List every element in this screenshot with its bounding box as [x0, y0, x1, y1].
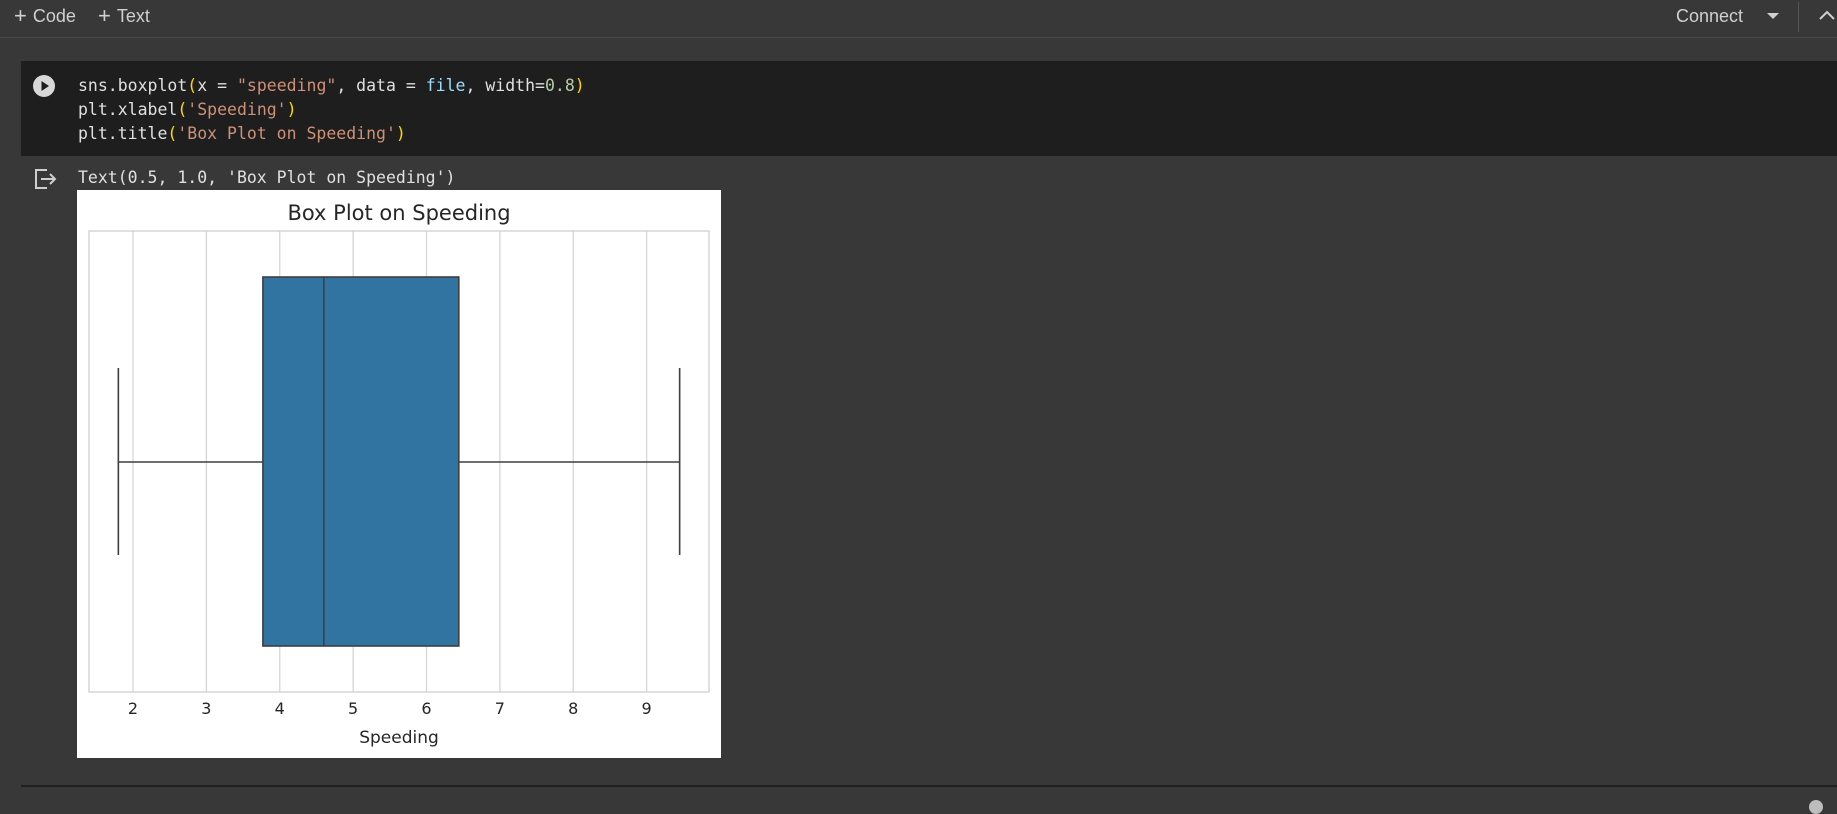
- add-code-button[interactable]: + Code: [14, 4, 76, 28]
- chevron-up-icon[interactable]: [1817, 6, 1837, 26]
- x-tick-labels: 2 3 4 5 6 7 8 9: [128, 699, 652, 718]
- code-line: plt.title('Box Plot on Speeding'): [78, 124, 406, 143]
- run-cell-icon[interactable]: [32, 74, 56, 98]
- iqr-box: [262, 276, 460, 647]
- plus-icon: +: [98, 3, 111, 28]
- output-text: Text(0.5, 1.0, 'Box Plot on Speeding'): [78, 168, 456, 187]
- notebook-toolbar: + Code + Text Connect: [0, 0, 1837, 38]
- x-tick-label: 6: [421, 699, 431, 718]
- code-cell[interactable]: sns.boxplot(x = "speeding", data = file,…: [21, 61, 1837, 156]
- box-elements: [117, 276, 681, 647]
- x-axis-label: Speeding: [359, 728, 439, 748]
- connect-button[interactable]: Connect: [1676, 4, 1743, 28]
- plus-icon: +: [14, 3, 27, 28]
- x-tick-label: 8: [568, 699, 578, 718]
- plot-image: Box Plot on Speeding Speeding 2 3 4 5 6 7 8 9: [77, 190, 721, 758]
- x-tick-label: 2: [128, 699, 138, 718]
- chevron-down-icon[interactable]: [1765, 8, 1781, 24]
- add-text-label: Text: [116, 5, 150, 26]
- code-editor[interactable]: sns.boxplot(x = "speeding", data = file,…: [78, 74, 585, 146]
- connect-label: Connect: [1675, 5, 1743, 26]
- code-line: sns.boxplot(x = "speeding", data = file,…: [78, 76, 585, 95]
- output-menu-icon[interactable]: [33, 167, 59, 191]
- toolbar-divider: [1798, 2, 1799, 32]
- cell-separator: [21, 785, 1837, 787]
- x-tick-label: 7: [495, 699, 505, 718]
- box-plot-chart: Box Plot on Speeding Speeding 2 3 4 5 6 7 8 9: [88, 201, 710, 748]
- x-tick-label: 4: [275, 699, 285, 718]
- code-line: plt.xlabel('Speeding'): [78, 100, 297, 119]
- add-code-label: Code: [32, 5, 76, 26]
- add-text-button[interactable]: + Text: [98, 4, 150, 28]
- x-tick-label: 9: [642, 699, 652, 718]
- x-tick-label: 3: [201, 699, 211, 718]
- scroll-indicator[interactable]: [1809, 800, 1823, 814]
- x-tick-label: 5: [348, 699, 358, 718]
- chart-title: Box Plot on Speeding: [287, 201, 510, 225]
